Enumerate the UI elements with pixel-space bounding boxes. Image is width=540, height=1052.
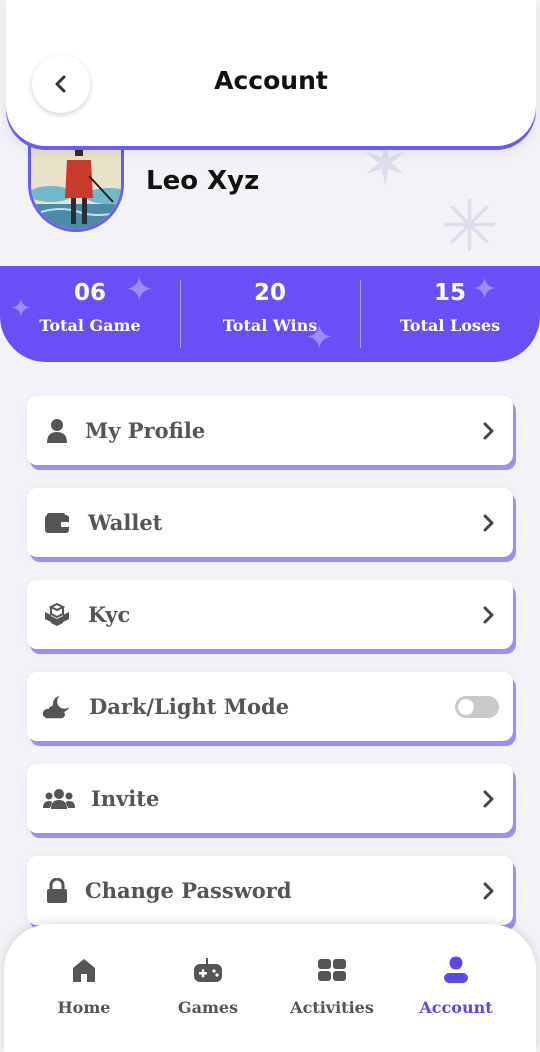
menu-item-label: Wallet	[88, 510, 163, 535]
account-menu: My Profile Wallet Kyc Dark/Light Mode In…	[27, 396, 513, 948]
menu-item-my-profile[interactable]: My Profile	[27, 396, 513, 465]
user-icon	[43, 417, 71, 445]
nav-label: Account	[419, 998, 493, 1017]
home-icon	[22, 954, 146, 986]
stat-total-game: 06 Total Game	[0, 266, 180, 362]
nav-games[interactable]: Games	[146, 954, 270, 1052]
avatar[interactable]	[28, 146, 124, 232]
avatar-illustration	[31, 146, 121, 229]
stat-value: 20	[253, 280, 286, 306]
menu-item-wallet[interactable]: Wallet	[27, 488, 513, 557]
cubes-icon	[43, 601, 71, 629]
nav-label: Activities	[290, 998, 374, 1017]
menu-item-kyc[interactable]: Kyc	[27, 580, 513, 649]
stats-banner: ✦ ✦ ✦ ✦ 06 Total Game 20 Total Wins 15 T…	[0, 266, 540, 362]
cloud-moon-icon	[43, 693, 71, 721]
user-name: Leo Xyz	[146, 166, 260, 196]
nav-label: Home	[57, 998, 111, 1017]
wallet-icon	[43, 509, 71, 537]
nav-label: Games	[177, 998, 239, 1017]
stat-label: Total Game	[39, 316, 141, 335]
stat-label: Total Loses	[399, 316, 501, 335]
gamepad-icon	[146, 954, 270, 986]
lock-icon	[43, 877, 71, 905]
menu-item-invite[interactable]: Invite	[27, 764, 513, 833]
activities-icon	[270, 954, 394, 986]
bottom-nav: Home Games Activities Account	[4, 924, 536, 1052]
nav-home[interactable]: Home	[22, 954, 146, 1052]
menu-item-label: Kyc	[88, 602, 131, 627]
theme-toggle[interactable]	[455, 695, 499, 718]
account-icon	[394, 954, 518, 986]
stat-total-wins: 20 Total Wins	[180, 266, 360, 362]
menu-item-label: Change Password	[85, 878, 292, 903]
stat-total-loses: 15 Total Loses	[360, 266, 540, 362]
nav-activities[interactable]: Activities	[270, 954, 394, 1052]
profile-section: Leo Xyz	[0, 146, 540, 266]
chevron-right-icon	[479, 605, 499, 625]
app-header: Account	[6, 0, 536, 146]
menu-item-label: My Profile	[85, 418, 206, 443]
stat-label: Total Wins	[222, 316, 318, 335]
stat-value: 15	[433, 280, 466, 306]
chevron-right-icon	[479, 513, 499, 533]
menu-item-label: Dark/Light Mode	[89, 694, 290, 719]
chevron-right-icon	[479, 881, 499, 901]
menu-item-change-password[interactable]: Change Password	[27, 856, 513, 925]
stat-value: 06	[73, 280, 106, 306]
page-title: Account	[214, 66, 328, 95]
nav-account[interactable]: Account	[394, 954, 518, 1052]
menu-item-label: Invite	[91, 786, 160, 811]
chevron-right-icon	[479, 789, 499, 809]
toggle-knob	[458, 698, 474, 715]
chevron-right-icon	[479, 421, 499, 441]
menu-item-dark-light-mode: Dark/Light Mode	[27, 672, 513, 741]
users-icon	[43, 785, 75, 813]
